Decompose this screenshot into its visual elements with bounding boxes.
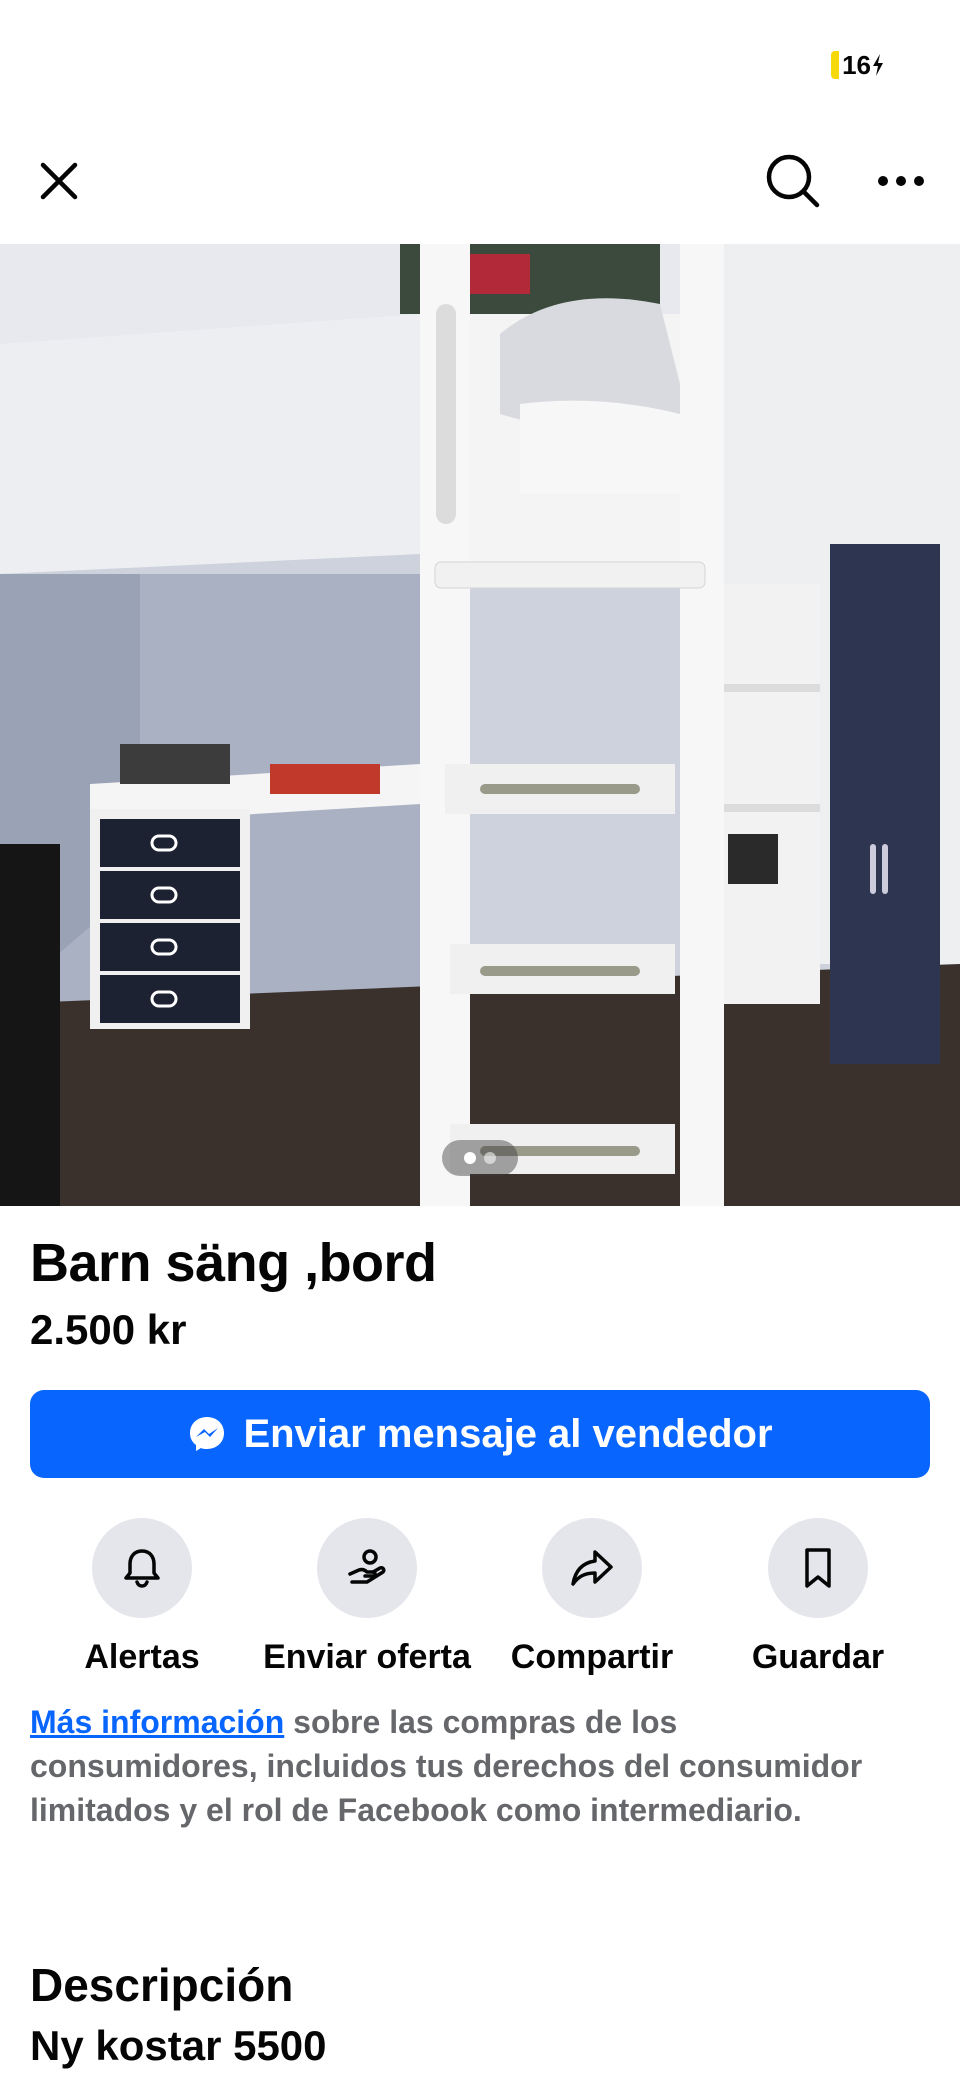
battery-indicator: 16	[831, 48, 885, 82]
status-bar: 16	[0, 0, 960, 120]
save-button[interactable]: Guardar	[708, 1518, 928, 1677]
share-label: Compartir	[510, 1638, 674, 1676]
alerts-circle[interactable]	[92, 1518, 192, 1618]
offer-icon	[348, 1549, 386, 1584]
messenger-icon	[190, 1417, 225, 1451]
battery-level-icon	[831, 51, 840, 79]
more-info-link[interactable]: Más información	[30, 1704, 284, 1740]
photo-pagination	[442, 1140, 518, 1176]
action-row: Alertas Enviar oferta Compartir Guardar	[0, 1518, 960, 1678]
top-nav	[0, 120, 960, 240]
bookmark-icon	[805, 1548, 831, 1588]
alerts-button[interactable]: Alertas	[32, 1518, 252, 1677]
description-heading: Descripción	[30, 1959, 294, 2011]
share-button[interactable]: Compartir	[482, 1518, 702, 1677]
listing-price: 2.500 kr	[30, 1306, 187, 1353]
pagination-dot	[484, 1152, 496, 1164]
message-seller-button[interactable]: Enviar mensaje al vendedor	[30, 1390, 930, 1478]
message-seller-label: Enviar mensaje al vendedor	[243, 1411, 773, 1456]
send-offer-button[interactable]: Enviar oferta	[257, 1518, 477, 1677]
send-offer-label: Enviar oferta	[263, 1638, 471, 1676]
search-icon[interactable]	[762, 150, 824, 212]
share-circle[interactable]	[542, 1518, 642, 1618]
more-icon[interactable]	[870, 150, 932, 212]
send-offer-circle[interactable]	[317, 1518, 417, 1618]
description-text: Ny kostar 5500	[30, 2022, 327, 2069]
bell-icon	[124, 1549, 160, 1588]
share-icon	[571, 1550, 613, 1586]
alerts-label: Alertas	[84, 1638, 200, 1676]
battery-percentage: 16	[842, 49, 871, 80]
save-circle[interactable]	[768, 1518, 868, 1618]
loft-bed-image	[0, 244, 960, 1206]
listing-title: Barn säng ,bord	[30, 1233, 437, 1293]
charging-icon	[873, 54, 883, 76]
pagination-dot-active	[464, 1152, 476, 1164]
consumer-info: Más información sobre las compras de los…	[30, 1700, 910, 1832]
close-icon[interactable]	[28, 150, 90, 212]
save-label: Guardar	[751, 1638, 885, 1676]
listing-photo[interactable]	[0, 244, 960, 1206]
